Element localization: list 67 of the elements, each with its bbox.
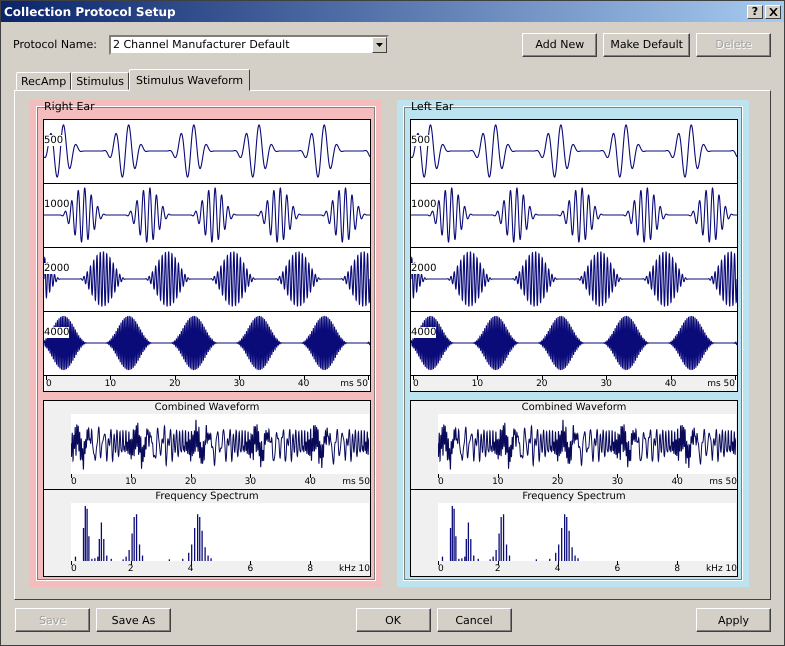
axis-label: 4 <box>188 564 194 574</box>
tab[interactable]: RecAmp <box>16 72 72 90</box>
protocol-dropdown[interactable]: 2 Channel Manufacturer Default <box>108 34 389 54</box>
axis-label: 30 <box>233 379 245 389</box>
action-button[interactable]: OK <box>356 608 430 632</box>
frequency-label: 500 <box>44 135 64 146</box>
axis-label: kHz 10 <box>338 564 370 574</box>
axis-label: 10 <box>472 379 484 389</box>
close-icon <box>768 8 778 16</box>
axis-label: ms 50 <box>707 379 735 389</box>
axis-label: 40 <box>664 379 676 389</box>
axis-label: 40 <box>671 477 683 487</box>
axis-label: 10 <box>104 379 116 389</box>
action-button[interactable]: Apply <box>696 608 771 632</box>
tab[interactable]: Stimulus Waveform <box>129 69 250 91</box>
axis-label: 40 <box>304 477 316 487</box>
axis-label: 30 <box>600 379 612 389</box>
action-button[interactable]: Cancel <box>436 608 512 632</box>
help-button[interactable]: ? <box>747 4 763 18</box>
axis-label: 8 <box>307 564 314 574</box>
axis-label: 0 <box>438 477 444 487</box>
frequency-label: 1000 <box>411 199 436 210</box>
axis-label: 2 <box>494 564 501 574</box>
action-button[interactable]: Add New <box>522 32 598 56</box>
axis-label: 10 <box>125 477 137 487</box>
axis-label: 0 <box>438 564 444 574</box>
axis-label: 0 <box>71 564 77 574</box>
axis-label: 0 <box>413 379 419 389</box>
plot-title: Combined Waveform <box>520 401 628 414</box>
plot-title: Frequency Spectrum <box>154 490 260 503</box>
axis-label: 2 <box>128 564 134 574</box>
frequency-label: 4000 <box>411 327 436 338</box>
axis-label: 6 <box>614 564 620 574</box>
axis-label: 20 <box>169 379 181 389</box>
plot-title: Combined Waveform <box>154 401 260 414</box>
window-title: Collection Protocol Setup <box>4 4 177 18</box>
axis-label: 0 <box>46 379 52 389</box>
axis-label: 30 <box>612 477 624 487</box>
frequency-label: 4000 <box>44 327 70 338</box>
axis-label: 10 <box>492 477 504 487</box>
axis-label: kHz 10 <box>706 564 737 574</box>
plot-title: Frequency Spectrum <box>521 490 627 503</box>
axis-label: ms 50 <box>709 477 737 487</box>
action-button[interactable]: Make Default <box>603 32 690 56</box>
axis-label: ms 50 <box>342 477 370 487</box>
action-button[interactable]: Save As <box>96 608 171 632</box>
protocol-name-label: Protocol Name: <box>13 38 97 51</box>
frequency-label: 1000 <box>44 199 70 210</box>
axis-label: 20 <box>184 477 196 487</box>
axis-label: ms 50 <box>340 379 368 389</box>
axis-label: 30 <box>244 477 256 487</box>
frequency-label: 500 <box>411 135 430 146</box>
axis-label: 6 <box>248 564 254 574</box>
axis-label: 20 <box>536 379 548 389</box>
group-title: Left Ear <box>410 100 454 113</box>
group-title: Right Ear <box>43 100 96 113</box>
dropdown-button[interactable] <box>372 36 387 52</box>
axis-label: 8 <box>674 564 680 574</box>
caret-icon <box>376 42 383 46</box>
frequency-label: 2000 <box>44 263 70 274</box>
tab[interactable]: Stimulus <box>71 72 129 90</box>
axis-label: 40 <box>298 379 310 389</box>
axis-label: 4 <box>554 564 560 574</box>
close-button[interactable] <box>765 4 781 18</box>
axis-label: 20 <box>552 477 564 487</box>
axis-label: 0 <box>71 477 77 487</box>
frequency-label: 2000 <box>411 263 436 274</box>
